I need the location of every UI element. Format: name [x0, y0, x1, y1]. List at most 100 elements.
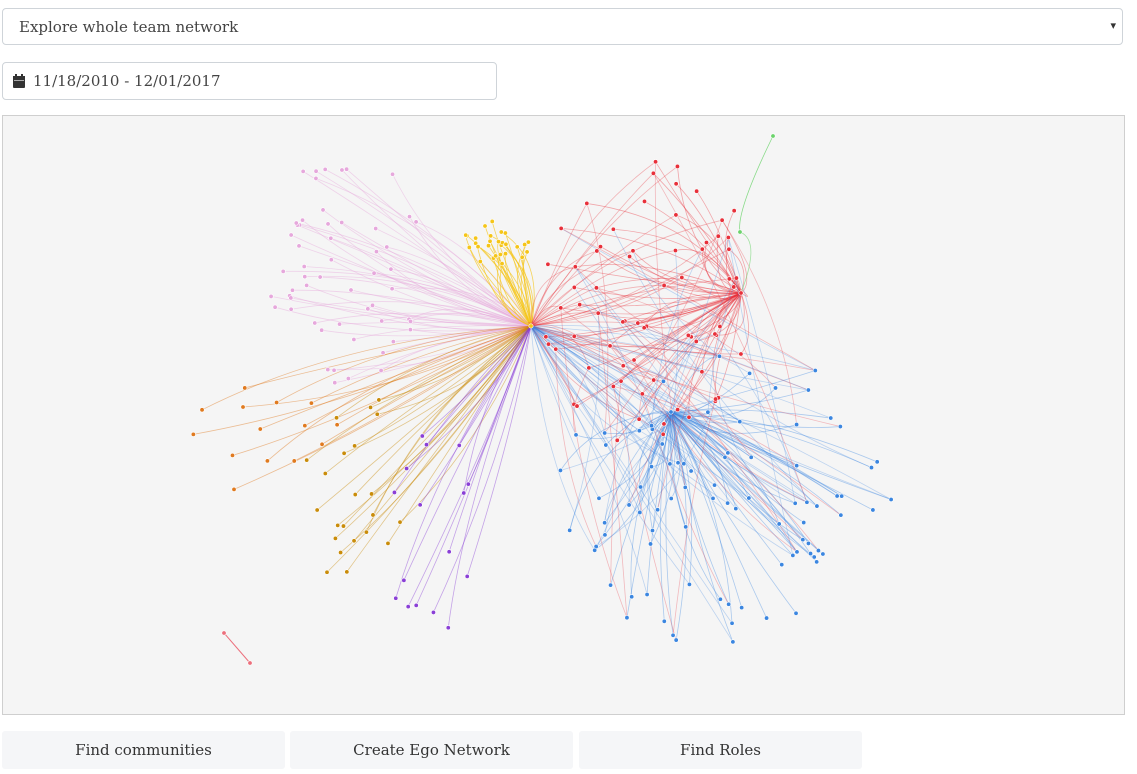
graph-node[interactable]: [351, 336, 357, 342]
graph-node[interactable]: [522, 242, 528, 248]
graph-node[interactable]: [688, 468, 694, 474]
graph-node[interactable]: [389, 286, 395, 292]
graph-node[interactable]: [374, 411, 380, 417]
graph-node[interactable]: [199, 407, 205, 413]
graph-node[interactable]: [620, 363, 626, 369]
graph-node[interactable]: [408, 318, 414, 324]
graph-node[interactable]: [332, 535, 338, 541]
graph-node[interactable]: [373, 226, 379, 232]
graph-node[interactable]: [644, 591, 650, 597]
graph-node[interactable]: [674, 163, 680, 169]
graph-node[interactable]: [413, 219, 419, 225]
graph-node[interactable]: [345, 376, 351, 382]
graph-node[interactable]: [370, 512, 376, 518]
graph-node[interactable]: [804, 499, 810, 505]
graph-node[interactable]: [340, 523, 346, 529]
graph-node[interactable]: [304, 282, 310, 288]
graph-node[interactable]: [404, 466, 410, 472]
graph-node[interactable]: [320, 207, 326, 213]
graph-node[interactable]: [301, 264, 307, 270]
graph-node[interactable]: [339, 167, 345, 173]
graph-node[interactable]: [805, 387, 811, 393]
graph-node[interactable]: [314, 507, 320, 513]
graph-node[interactable]: [725, 500, 731, 506]
graph-node[interactable]: [805, 540, 811, 546]
graph-node[interactable]: [592, 547, 598, 553]
graph-node[interactable]: [712, 331, 718, 337]
graph-node[interactable]: [313, 168, 319, 174]
graph-node[interactable]: [391, 489, 397, 495]
graph-node[interactable]: [352, 492, 358, 498]
date-range-input[interactable]: 11/18/2010 - 12/01/2017: [2, 62, 497, 100]
graph-node[interactable]: [242, 385, 248, 391]
graph-node[interactable]: [627, 254, 633, 260]
graph-node[interactable]: [699, 246, 705, 252]
graph-node[interactable]: [586, 365, 592, 371]
graph-node[interactable]: [240, 404, 246, 410]
graph-node[interactable]: [598, 244, 604, 250]
graph-node[interactable]: [693, 338, 699, 344]
graph-node[interactable]: [620, 319, 626, 325]
graph-node[interactable]: [407, 327, 413, 333]
graph-node[interactable]: [296, 243, 302, 249]
graph-node[interactable]: [595, 310, 601, 316]
graph-node[interactable]: [365, 306, 371, 312]
graph-node[interactable]: [352, 443, 358, 449]
graph-node[interactable]: [567, 527, 573, 533]
graph-node[interactable]: [317, 274, 323, 280]
graph-node[interactable]: [482, 223, 488, 229]
graph-node[interactable]: [661, 421, 667, 427]
graph-node[interactable]: [291, 458, 297, 464]
graph-node[interactable]: [499, 261, 505, 267]
graph-node[interactable]: [638, 484, 644, 490]
graph-node[interactable]: [335, 522, 341, 528]
graph-node[interactable]: [710, 495, 716, 501]
graph-node[interactable]: [682, 484, 688, 490]
graph-node[interactable]: [503, 241, 509, 247]
graph-node[interactable]: [300, 217, 306, 223]
graph-node[interactable]: [502, 230, 508, 236]
graph-node[interactable]: [221, 630, 227, 636]
graph-node[interactable]: [776, 521, 782, 527]
graph-node[interactable]: [731, 208, 737, 214]
graph-node[interactable]: [304, 457, 310, 463]
graph-node[interactable]: [636, 416, 642, 422]
graph-node[interactable]: [679, 275, 685, 281]
graph-node[interactable]: [390, 339, 396, 345]
graph-node[interactable]: [602, 430, 608, 436]
graph-node[interactable]: [812, 367, 818, 373]
graph-node[interactable]: [838, 512, 844, 518]
graph-node[interactable]: [653, 159, 659, 165]
graph-node[interactable]: [660, 431, 666, 437]
graph-node[interactable]: [293, 220, 299, 226]
graph-node[interactable]: [737, 419, 743, 425]
graph-node[interactable]: [388, 266, 394, 272]
graph-node[interactable]: [661, 282, 667, 288]
graph-node[interactable]: [407, 214, 413, 220]
graph-node[interactable]: [456, 442, 462, 448]
graph-node[interactable]: [820, 551, 826, 557]
graph-node[interactable]: [747, 370, 753, 376]
graph-node[interactable]: [790, 552, 796, 558]
graph-node[interactable]: [667, 461, 673, 467]
graph-node[interactable]: [332, 380, 338, 386]
graph-node[interactable]: [730, 639, 736, 645]
graph-node[interactable]: [668, 495, 674, 501]
find-communities-button[interactable]: Find communities: [2, 731, 285, 769]
graph-node[interactable]: [715, 233, 721, 239]
graph-node[interactable]: [489, 218, 495, 224]
network-graph[interactable]: [3, 116, 1124, 714]
graph-node[interactable]: [626, 502, 632, 508]
graph-node[interactable]: [834, 493, 840, 499]
graph-node[interactable]: [572, 264, 578, 270]
graph-node[interactable]: [670, 632, 676, 638]
graph-node[interactable]: [683, 524, 689, 530]
graph-node[interactable]: [519, 254, 525, 260]
graph-node[interactable]: [446, 549, 452, 555]
graph-node[interactable]: [545, 341, 551, 347]
graph-node[interactable]: [630, 248, 636, 254]
graph-node[interactable]: [779, 562, 785, 568]
graph-node[interactable]: [288, 295, 294, 301]
graph-node[interactable]: [811, 554, 817, 560]
graph-node[interactable]: [716, 353, 722, 359]
